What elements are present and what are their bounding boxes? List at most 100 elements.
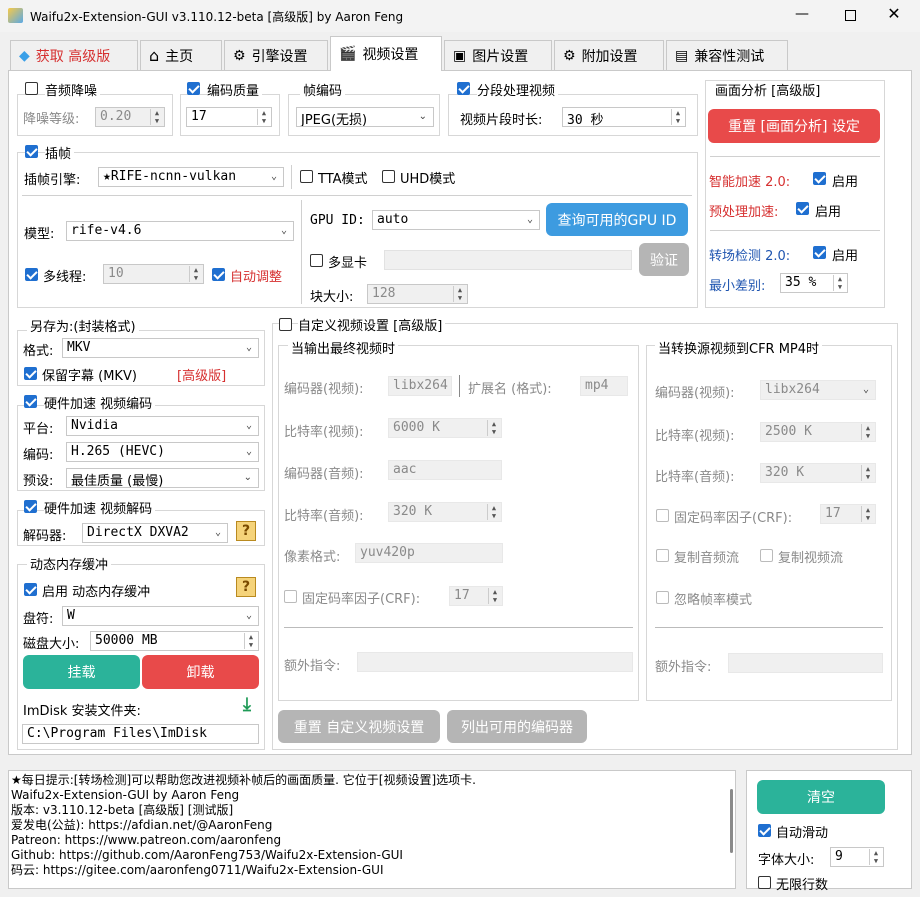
maximize-button[interactable] — [838, 6, 862, 26]
divider — [459, 375, 460, 397]
decoder-label: 解码器: — [23, 529, 67, 544]
extra-command-input[interactable] — [357, 652, 633, 672]
close-button[interactable]: ✕ — [882, 4, 906, 24]
ignore-fps-checkbox[interactable] — [656, 591, 669, 604]
log-scrollbar[interactable] — [730, 789, 733, 853]
cfr-crf-spinbox[interactable]: 17 ▲ ▼ — [820, 504, 876, 524]
pixel-format-label: 像素格式: — [284, 550, 341, 565]
hw-encode-label: 硬件加速 视频编码 — [44, 393, 156, 412]
scene-detect-checkbox[interactable] — [813, 246, 826, 259]
autoscroll-checkbox[interactable] — [758, 824, 771, 837]
log-textarea[interactable]: ★每日提示:[转场检测]可以帮助您改进视频补帧后的画面质量. 它位于[视频设置]… — [8, 770, 736, 889]
multi-gpu-checkbox[interactable] — [310, 254, 323, 267]
list-codecs-button[interactable]: 列出可用的编码器 — [447, 710, 587, 743]
preset-combo[interactable]: 最佳质量 (最慢) ⌄ — [66, 468, 259, 488]
unlimited-lines-checkbox[interactable] — [758, 876, 771, 889]
ramdisk-enable-checkbox[interactable] — [24, 583, 37, 596]
encode-quality-checkbox[interactable] — [187, 82, 200, 95]
tab-get-premium[interactable]: ◆ 获取 高级版 — [10, 40, 138, 70]
block-size-spinbox[interactable]: 128 ▲ ▼ — [367, 284, 468, 304]
custom-video-checkbox[interactable] — [279, 318, 292, 331]
copy-audio-label: 复制音频流 — [674, 551, 740, 566]
segment-duration-spinbox[interactable]: 30 秒 ▲ ▼ — [562, 107, 686, 127]
hw-decode-checkbox[interactable] — [24, 500, 37, 513]
unmount-button[interactable]: 卸载 — [142, 655, 259, 689]
tab-image-settings[interactable]: ▣ 图片设置 — [444, 40, 552, 70]
help-icon[interactable]: ? — [236, 521, 256, 541]
help-icon[interactable]: ? — [236, 577, 256, 597]
codec-combo[interactable]: H.265 (HEVC) ⌄ — [66, 442, 259, 462]
interp-engine-combo[interactable]: ★RIFE-ncnn-vulkan ⌄ — [98, 167, 284, 187]
tab-engine-settings[interactable]: ⚙ 引擎设置 — [224, 40, 328, 70]
uhd-checkbox[interactable] — [382, 170, 395, 183]
video-encoder-input[interactable]: libx264 — [388, 376, 452, 396]
disk-size-spinbox[interactable]: 50000 MB ▲ ▼ — [90, 631, 259, 651]
smart-accel-checkbox[interactable] — [813, 172, 826, 185]
encode-quality-spinbox[interactable]: 17 ▲ ▼ — [186, 107, 272, 127]
log-line: Github: https://github.com/AaronFeng753/… — [11, 848, 403, 862]
drive-combo[interactable]: W ⌄ — [62, 606, 259, 626]
pixel-format-input[interactable]: yuv420p — [355, 543, 503, 563]
encode-quality-label: 编码质量 — [207, 80, 263, 99]
crf-spinbox[interactable]: 17 ▲ ▼ — [449, 586, 503, 606]
auto-adjust-checkbox[interactable] — [212, 268, 225, 281]
download-icon[interactable]: ⤓ — [236, 694, 258, 716]
divider — [291, 165, 292, 189]
cfr-audio-bitrate-label: 比特率(音频): — [655, 470, 735, 485]
verify-button[interactable]: 验证 — [639, 243, 689, 276]
imdisk-path-input[interactable]: C:\Program Files\ImDisk — [22, 724, 259, 744]
interp-checkbox[interactable] — [25, 145, 38, 158]
tta-checkbox[interactable] — [300, 170, 313, 183]
format-label: 格式: — [23, 344, 54, 359]
chevron-down-icon: ⌄ — [280, 225, 287, 236]
clear-button[interactable]: 清空 — [757, 780, 885, 814]
model-combo[interactable]: rife-v4.6 ⌄ — [66, 221, 294, 241]
audio-bitrate-spinbox[interactable]: 320 K ▲ ▼ — [388, 502, 502, 522]
copy-audio-checkbox[interactable] — [656, 549, 669, 562]
reset-custom-button[interactable]: 重置 自定义视频设置 — [278, 710, 440, 743]
video-bitrate-spinbox[interactable]: 6000 K ▲ ▼ — [388, 418, 502, 438]
cfr-video-bitrate-label: 比特率(视频): — [655, 429, 735, 444]
query-gpu-button[interactable]: 查询可用的GPU ID — [546, 203, 688, 236]
cfr-crf-checkbox[interactable] — [656, 509, 669, 522]
cfr-audio-bitrate-spinbox[interactable]: 320 K ▲ ▼ — [760, 463, 876, 483]
gpu-id-combo[interactable]: auto ⌄ — [372, 210, 540, 230]
decoder-combo[interactable]: DirectX DXVA2 ⌄ — [82, 523, 228, 543]
chevron-down-icon: ⌄ — [245, 610, 252, 621]
cfr-video-bitrate-spinbox[interactable]: 2500 K ▲ ▼ — [760, 422, 876, 442]
tab-extra-settings[interactable]: ⚙ 附加设置 — [554, 40, 664, 70]
minimize-button[interactable]: — — [790, 6, 814, 26]
tab-compat-test[interactable]: ▤ 兼容性测试 — [666, 40, 788, 70]
multithread-checkbox[interactable] — [25, 268, 38, 281]
extension-input[interactable]: mp4 — [580, 376, 628, 396]
crf-checkbox[interactable] — [284, 590, 297, 603]
audio-denoise-checkbox[interactable] — [25, 82, 38, 95]
platform-combo[interactable]: Nvidia ⌄ — [66, 416, 259, 436]
tab-home[interactable]: ⌂ 主页 — [140, 40, 222, 70]
frame-codec-combo[interactable]: JPEG(无损) ⌄ — [296, 107, 434, 127]
cfr-video-encoder-combo[interactable]: libx264 ⌄ — [760, 380, 876, 400]
hw-encode-checkbox[interactable] — [24, 395, 37, 408]
segment-checkbox[interactable] — [457, 82, 470, 95]
mount-button[interactable]: 挂载 — [23, 655, 140, 689]
tta-label: TTA模式 — [318, 172, 368, 187]
drive-label: 盘符: — [23, 612, 54, 627]
cog-icon: ⚙ — [563, 47, 576, 64]
min-diff-spinbox[interactable]: 35 % ▲ ▼ — [780, 273, 848, 293]
reset-scene-button[interactable]: 重置 [画面分析] 设定 — [708, 109, 880, 143]
audio-encoder-input[interactable]: aac — [388, 460, 502, 480]
preprocess-accel-checkbox[interactable] — [796, 202, 809, 215]
cfr-extra-command-input[interactable] — [728, 653, 883, 673]
autoscroll-label: 自动滑动 — [776, 826, 829, 841]
multithread-spinbox[interactable]: 10 ▲ ▼ — [103, 264, 204, 284]
format-combo[interactable]: MKV ⌄ — [62, 338, 259, 358]
keep-subtitle-checkbox[interactable] — [24, 367, 37, 380]
copy-video-checkbox[interactable] — [760, 549, 773, 562]
font-size-spinbox[interactable]: 9 ▲ ▼ — [830, 847, 884, 867]
gear-icon: ⚙ — [233, 47, 246, 64]
multithread-label: 多线程: — [43, 270, 87, 285]
tab-video-settings[interactable]: 🎬 视频设置 — [330, 36, 442, 71]
multi-gpu-input[interactable] — [384, 250, 632, 270]
denoise-level-spinbox[interactable]: 0.20 ▲ ▼ — [95, 107, 165, 127]
chevron-down-icon: ⌄ — [862, 384, 869, 395]
